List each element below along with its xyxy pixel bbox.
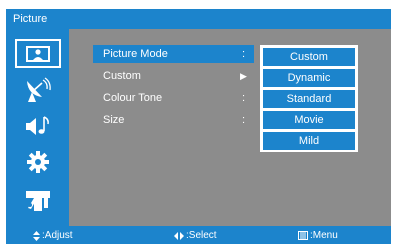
dropdown-option-movie[interactable]: Movie xyxy=(263,111,355,129)
hint-select: :Select xyxy=(174,230,217,241)
menu-item-label: Picture Mode xyxy=(103,48,168,60)
satellite-dish-icon xyxy=(27,76,51,102)
left-right-arrows-icon xyxy=(174,231,184,240)
menu-item-colour-tone[interactable]: Colour Tone : xyxy=(93,89,254,107)
hint-menu-label: :Menu xyxy=(310,230,338,241)
picture-icon xyxy=(26,45,50,62)
tv-osd-window: Picture Picture Mode: Custom ▶ Colour T… xyxy=(0,0,397,247)
parental-lock-icon xyxy=(26,190,50,211)
title-bar: Picture xyxy=(6,9,391,29)
menu-item-separator: : xyxy=(242,48,246,60)
menu-item-separator: : xyxy=(242,114,246,126)
submenu-arrow-icon: ▶ xyxy=(240,71,247,81)
menu-item-label: Colour Tone xyxy=(103,92,163,104)
sidebar-item-lock[interactable] xyxy=(15,185,61,214)
menu-item-picture-mode[interactable]: Picture Mode : xyxy=(93,45,254,63)
hint-menu: :Menu xyxy=(298,230,338,241)
menu-item-separator: : xyxy=(242,92,246,104)
menu-icon xyxy=(298,231,308,240)
window-title: Picture xyxy=(13,13,48,25)
menu-item-custom[interactable]: Custom ▶ xyxy=(93,67,254,85)
hint-bar: :Adjust :Select :Menu xyxy=(6,226,391,244)
up-down-arrows-icon xyxy=(33,230,40,241)
sidebar-item-channel[interactable] xyxy=(15,75,61,104)
dropdown-option-custom[interactable]: Custom xyxy=(263,48,355,66)
picture-mode-dropdown: Custom Dynamic Standard Movie Mild xyxy=(260,45,358,152)
menu-item-label: Size xyxy=(103,114,125,126)
sidebar-item-settings[interactable] xyxy=(15,147,61,176)
sidebar xyxy=(6,29,69,226)
sidebar-item-picture[interactable] xyxy=(15,39,61,68)
hint-adjust: :Adjust xyxy=(33,230,73,241)
dropdown-option-standard[interactable]: Standard xyxy=(263,90,355,108)
dropdown-option-mild[interactable]: Mild xyxy=(263,132,355,150)
menu-item-label: Custom xyxy=(103,70,141,82)
settings-gear-icon xyxy=(27,150,49,173)
sidebar-item-sound[interactable] xyxy=(15,111,61,140)
main-panel: Picture Mode : Custom ▶ Colour Tone : Si… xyxy=(6,29,391,226)
sound-icon xyxy=(26,115,49,135)
dropdown-option-dynamic[interactable]: Dynamic xyxy=(263,69,355,87)
hint-select-label: :Select xyxy=(186,230,217,241)
hint-adjust-label: :Adjust xyxy=(42,230,73,241)
menu-item-size[interactable]: Size : xyxy=(93,111,254,129)
